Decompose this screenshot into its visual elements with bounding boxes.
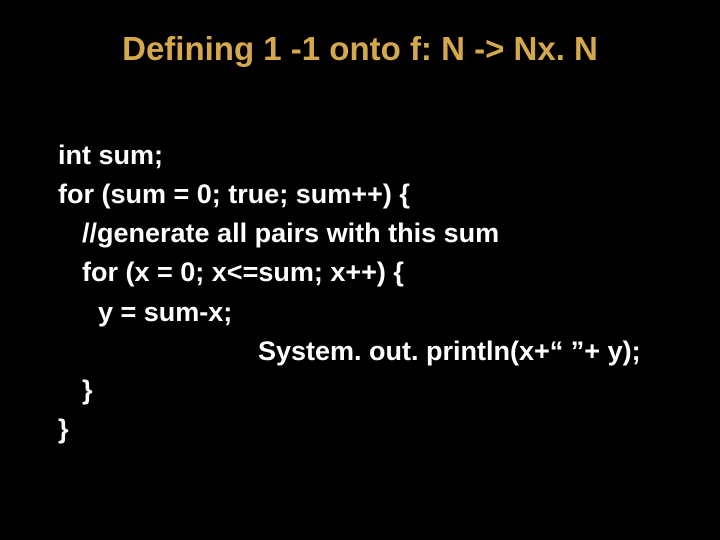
code-line-3: //generate all pairs with this sum bbox=[58, 214, 680, 253]
code-line-5: y = sum-x; bbox=[58, 293, 680, 332]
code-line-6: System. out. println(x+“ ”+ y); bbox=[58, 332, 680, 371]
code-block: int sum; for (sum = 0; true; sum++) { //… bbox=[0, 88, 720, 449]
code-line-2: for (sum = 0; true; sum++) { bbox=[58, 175, 680, 214]
slide-title: Defining 1 -1 onto f: N -> Nx. N bbox=[0, 0, 720, 88]
code-line-4: for (x = 0; x<=sum; x++) { bbox=[58, 253, 680, 292]
slide: Defining 1 -1 onto f: N -> Nx. N int sum… bbox=[0, 0, 720, 540]
code-line-7: } bbox=[58, 371, 680, 410]
code-line-1: int sum; bbox=[58, 136, 680, 175]
code-line-8: } bbox=[58, 410, 680, 449]
